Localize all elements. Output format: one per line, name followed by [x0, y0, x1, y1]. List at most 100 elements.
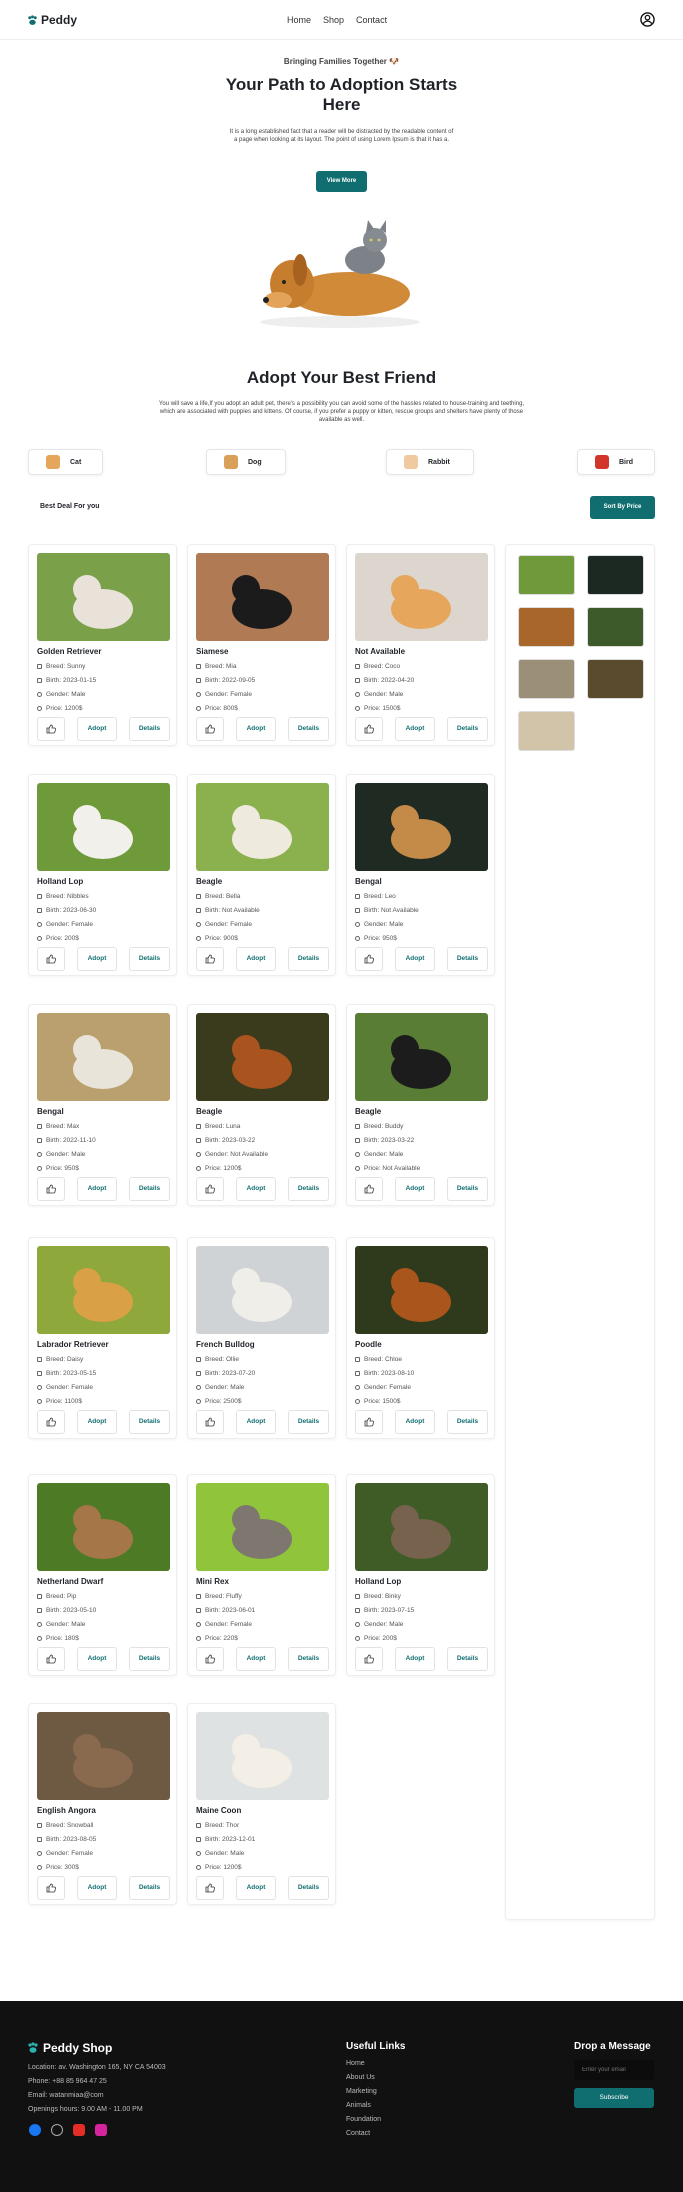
youtube-icon[interactable]: [73, 2124, 85, 2136]
like-button[interactable]: [196, 717, 224, 741]
like-button[interactable]: [196, 947, 224, 971]
adopt-button[interactable]: Adopt: [77, 1647, 117, 1671]
like-button[interactable]: [355, 1410, 383, 1434]
liked-pet-thumbnail[interactable]: [518, 711, 575, 751]
adopt-button[interactable]: Adopt: [236, 1647, 276, 1671]
like-button[interactable]: [196, 1647, 224, 1671]
nav-link-contact[interactable]: Contact: [356, 15, 387, 25]
nav-link-shop[interactable]: Shop: [323, 15, 344, 25]
sort-by-price-button[interactable]: Sort By Price: [590, 496, 655, 519]
brand-logo[interactable]: Peddy: [27, 13, 77, 27]
details-button[interactable]: Details: [129, 947, 170, 971]
adopt-button[interactable]: Adopt: [77, 947, 117, 971]
details-button[interactable]: Details: [447, 947, 488, 971]
details-button[interactable]: Details: [288, 1177, 329, 1201]
user-icon[interactable]: [640, 12, 655, 27]
like-button[interactable]: [37, 1647, 65, 1671]
footer-link-animals[interactable]: Animals: [346, 2102, 371, 2109]
dollar-icon: [37, 1166, 42, 1171]
category-rabbit[interactable]: Rabbit: [386, 449, 474, 475]
instagram-icon[interactable]: [95, 2124, 107, 2136]
view-more-button[interactable]: View More: [316, 171, 367, 192]
footer-link-about[interactable]: About Us: [346, 2074, 375, 2081]
like-button[interactable]: [355, 1647, 383, 1671]
like-button[interactable]: [196, 1177, 224, 1201]
details-button[interactable]: Details: [447, 1177, 488, 1201]
like-button[interactable]: [355, 717, 383, 741]
adopt-button[interactable]: Adopt: [77, 1876, 117, 1900]
liked-pet-thumbnail[interactable]: [587, 607, 644, 647]
like-button[interactable]: [37, 1876, 65, 1900]
adopt-button[interactable]: Adopt: [236, 1876, 276, 1900]
adopt-button[interactable]: Adopt: [77, 1177, 117, 1201]
pet-gender-text: Gender: Female: [46, 1850, 93, 1857]
adopt-button[interactable]: Adopt: [236, 1177, 276, 1201]
liked-pet-thumbnail[interactable]: [587, 555, 644, 595]
like-button[interactable]: [355, 1177, 383, 1201]
details-button[interactable]: Details: [447, 1647, 488, 1671]
pet-price: Price: 300$: [37, 1864, 79, 1871]
details-button[interactable]: Details: [129, 1177, 170, 1201]
like-button[interactable]: [355, 947, 383, 971]
calendar-icon: [196, 908, 201, 913]
category-dog[interactable]: Dog: [206, 449, 286, 475]
adopt-button[interactable]: Adopt: [395, 1177, 435, 1201]
footer-link-marketing[interactable]: Marketing: [346, 2088, 377, 2095]
category-bird[interactable]: Bird: [577, 449, 655, 475]
thumbs-up-icon: [205, 1654, 215, 1664]
details-button[interactable]: Details: [129, 1647, 170, 1671]
pet-birth: Birth: 2023-06-30: [37, 907, 96, 914]
details-button[interactable]: Details: [288, 1647, 329, 1671]
like-button[interactable]: [37, 1177, 65, 1201]
liked-pet-thumbnail[interactable]: [518, 555, 575, 595]
facebook-icon[interactable]: [29, 2124, 41, 2136]
details-button[interactable]: Details: [288, 947, 329, 971]
details-button[interactable]: Details: [447, 1410, 488, 1434]
grid-icon: [196, 894, 201, 899]
pet-card: Siamese Breed: Mia Birth: 2022-09-05 Gen…: [187, 544, 336, 746]
adopt-button[interactable]: Adopt: [236, 1410, 276, 1434]
details-button[interactable]: Details: [447, 717, 488, 741]
adopt-button[interactable]: Adopt: [236, 947, 276, 971]
details-button[interactable]: Details: [288, 1876, 329, 1900]
email-input[interactable]: [574, 2060, 654, 2080]
pet-birth-text: Birth: 2023-08-10: [364, 1370, 415, 1377]
category-cat[interactable]: Cat: [28, 449, 103, 475]
details-button[interactable]: Details: [129, 1410, 170, 1434]
footer-link-contact[interactable]: Contact: [346, 2130, 370, 2137]
adopt-button[interactable]: Adopt: [77, 1410, 117, 1434]
details-button[interactable]: Details: [129, 717, 170, 741]
pet-birth-text: Birth: 2023-08-05: [46, 1836, 97, 1843]
pet-birth-text: Birth: 2023-03-22: [364, 1137, 415, 1144]
like-button[interactable]: [196, 1876, 224, 1900]
hero-title: Your Path to Adoption Starts Here: [225, 75, 458, 114]
pet-birth: Birth: 2023-03-22: [196, 1137, 255, 1144]
subscribe-button[interactable]: Subscribe: [574, 2088, 654, 2108]
footer-link-home[interactable]: Home: [346, 2060, 365, 2067]
like-button[interactable]: [37, 1410, 65, 1434]
adopt-button[interactable]: Adopt: [77, 717, 117, 741]
like-button[interactable]: [196, 1410, 224, 1434]
adopt-button[interactable]: Adopt: [395, 717, 435, 741]
pet-photo: [355, 783, 488, 871]
adopt-button[interactable]: Adopt: [236, 717, 276, 741]
adopt-button[interactable]: Adopt: [395, 1410, 435, 1434]
liked-pet-thumbnail[interactable]: [518, 607, 575, 647]
adopt-button[interactable]: Adopt: [395, 1647, 435, 1671]
rabbit-icon: [404, 455, 418, 469]
like-button[interactable]: [37, 947, 65, 971]
liked-pet-thumbnail[interactable]: [518, 659, 575, 699]
pet-price: Price: 180$: [37, 1635, 79, 1642]
nav-link-home[interactable]: Home: [287, 15, 311, 25]
footer: Peddy Shop Location: av. Washington 165,…: [0, 2001, 683, 2192]
details-button[interactable]: Details: [288, 1410, 329, 1434]
like-button[interactable]: [37, 717, 65, 741]
pet-breed-text: Breed: Nibbles: [46, 893, 89, 900]
adopt-button[interactable]: Adopt: [395, 947, 435, 971]
pet-photo: [355, 1246, 488, 1334]
details-button[interactable]: Details: [129, 1876, 170, 1900]
liked-pet-thumbnail[interactable]: [587, 659, 644, 699]
x-icon[interactable]: [51, 2124, 63, 2136]
footer-link-foundation[interactable]: Foundation: [346, 2116, 381, 2123]
details-button[interactable]: Details: [288, 717, 329, 741]
